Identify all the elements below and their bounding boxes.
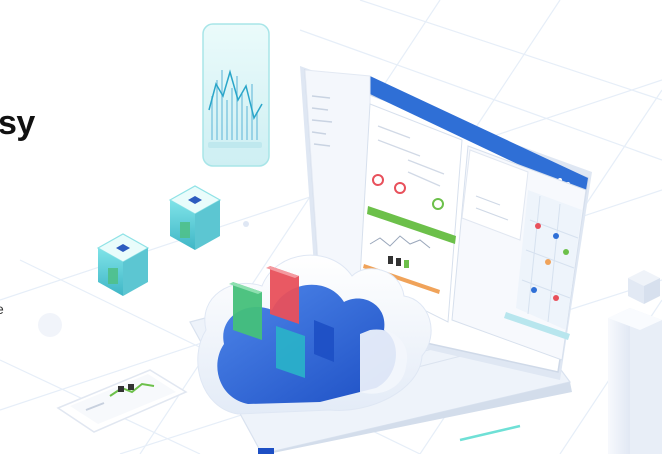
decor-block — [258, 448, 274, 454]
decor-tower — [608, 270, 662, 454]
hero-body-text: e — [0, 302, 4, 316]
hero-heading: sy — [0, 104, 35, 142]
chart-panel-icon — [202, 23, 270, 167]
decor-sphere — [38, 313, 62, 337]
server-cube-icon — [96, 233, 150, 296]
cloud-icon — [197, 254, 432, 415]
decor-sphere — [243, 221, 249, 227]
hero-illustration — [0, 0, 662, 454]
smartphone-icon — [56, 369, 188, 433]
